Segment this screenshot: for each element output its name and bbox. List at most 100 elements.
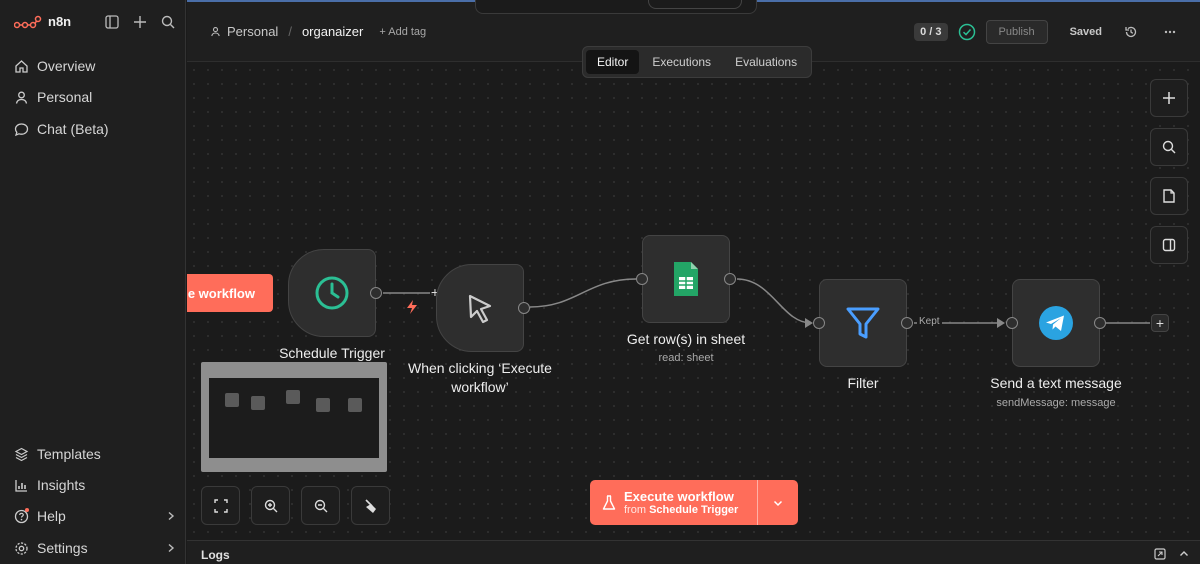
node-schedule-trigger[interactable]: [288, 249, 382, 337]
active-workflows-counter[interactable]: 0 / 3: [914, 23, 948, 41]
fit-view-button[interactable]: [201, 486, 240, 525]
search-icon[interactable]: [160, 14, 176, 30]
filter-icon: [846, 307, 880, 339]
arrowhead: [997, 318, 1005, 328]
tab-executions[interactable]: Executions: [641, 50, 722, 74]
node-filter[interactable]: [813, 279, 913, 367]
sidebar-item-overview[interactable]: Overview: [14, 58, 176, 74]
minimap-node: [225, 393, 239, 407]
chevron-down-icon: [773, 500, 783, 506]
input-port[interactable]: [636, 273, 648, 285]
sidebar-item-insights[interactable]: Insights: [14, 477, 176, 493]
sidebar-item-label: Personal: [37, 89, 93, 105]
connection-manual-sheets: [529, 278, 637, 308]
sticky-note-icon: [1163, 189, 1175, 203]
node-label: Get row(s) in sheet: [626, 331, 746, 347]
execute-workflow-button-partial[interactable]: e workflow: [187, 274, 273, 312]
zoom-out-button[interactable]: [301, 486, 340, 525]
sidebar-item-settings[interactable]: Settings: [14, 540, 176, 556]
sidebar-item-help[interactable]: Help: [14, 507, 176, 524]
node-telegram[interactable]: [1006, 279, 1106, 367]
sidebar: n8n Overview Personal Chat (Beta) Templa…: [0, 0, 186, 564]
overlay-button-edge[interactable]: [648, 0, 742, 9]
add-tag-button[interactable]: + Add tag: [379, 26, 426, 38]
sidebar-item-label: Settings: [37, 540, 88, 556]
minimap-node: [348, 398, 362, 412]
connection-sheets-filter: [736, 278, 812, 324]
zoom-out-icon: [314, 499, 327, 512]
saved-status: Saved: [1069, 26, 1102, 38]
notification-dot: [25, 507, 29, 512]
output-port[interactable]: [724, 273, 736, 285]
cursor-icon: [468, 294, 492, 324]
node-google-sheets[interactable]: [636, 235, 736, 323]
history-icon[interactable]: [1124, 25, 1138, 39]
lightning-icon: [407, 300, 417, 314]
tab-editor[interactable]: Editor: [586, 50, 640, 74]
search-nodes-button[interactable]: [1150, 128, 1188, 166]
tidy-up-button[interactable]: [351, 486, 390, 525]
output-port[interactable]: [518, 302, 530, 314]
sidebar-item-personal[interactable]: Personal: [14, 89, 176, 105]
view-tabs: Editor Executions Evaluations: [582, 46, 813, 78]
add-node-plus-icon[interactable]: +: [1151, 314, 1169, 332]
sidebar-item-label: Chat (Beta): [37, 121, 109, 137]
output-port[interactable]: [370, 287, 382, 299]
execute-workflow-primary[interactable]: Execute workflow from Schedule Trigger: [590, 480, 758, 525]
sidebar-item-label: Overview: [37, 58, 96, 74]
broom-icon: [364, 498, 376, 513]
settings-icon: [15, 541, 28, 555]
check-circle-icon: [958, 23, 975, 41]
more-options-icon[interactable]: [1158, 25, 1182, 39]
toggle-sidebar-icon[interactable]: [104, 14, 120, 30]
input-port[interactable]: [813, 317, 825, 329]
add-node-button[interactable]: [1150, 79, 1188, 117]
logs-label: Logs: [201, 548, 230, 562]
create-plus-icon[interactable]: [132, 14, 148, 30]
user-icon: [211, 27, 220, 37]
node-manual-trigger[interactable]: [436, 264, 530, 352]
execute-workflow-title: Execute workflow: [624, 489, 734, 504]
sticky-note-button[interactable]: [1150, 177, 1188, 215]
output-port[interactable]: [1094, 317, 1106, 329]
pop-out-icon[interactable]: [1154, 548, 1166, 560]
node-label: When clicking ‘Execute workflow’: [408, 360, 552, 395]
node-label: Send a text message: [990, 375, 1122, 391]
breadcrumb-project[interactable]: Personal: [227, 24, 278, 39]
templates-icon: [14, 447, 29, 461]
sidebar-item-templates[interactable]: Templates: [14, 446, 176, 462]
chevron-right-icon: [168, 511, 175, 521]
chevron-right-icon: [168, 543, 175, 553]
arrowhead: [805, 318, 813, 328]
panel-icon: [1162, 238, 1176, 252]
workflow-canvas[interactable]: e workflow Schedule Trigger + When click…: [187, 63, 1200, 540]
search-icon: [1162, 140, 1176, 154]
output-port[interactable]: [901, 317, 913, 329]
flask-icon: [602, 494, 616, 510]
zoom-in-icon: [264, 499, 277, 512]
logo[interactable]: n8n: [14, 14, 71, 29]
zoom-controls: [201, 486, 390, 525]
breadcrumb: Personal / organaizer + Add tag: [210, 24, 426, 39]
minimap[interactable]: [201, 362, 387, 472]
toggle-panel-button[interactable]: [1150, 226, 1188, 264]
execute-workflow-dropdown[interactable]: [758, 480, 798, 525]
chat-icon: [14, 122, 29, 136]
node-subtitle: sendMessage: message: [996, 397, 1116, 409]
sidebar-item-chat[interactable]: Chat (Beta): [14, 121, 176, 137]
logs-bar[interactable]: Logs: [187, 540, 1200, 564]
user-icon: [15, 91, 28, 104]
minimap-node: [316, 398, 330, 412]
google-sheets-icon: [674, 262, 698, 296]
insights-icon: [15, 479, 27, 492]
publish-button[interactable]: Publish: [985, 20, 1048, 44]
input-port[interactable]: [1006, 317, 1018, 329]
chevron-up-icon[interactable]: [1178, 548, 1190, 560]
workflow-name[interactable]: organaizer: [302, 24, 363, 39]
zoom-in-button[interactable]: [251, 486, 290, 525]
execute-workflow-button[interactable]: Execute workflow from Schedule Trigger: [590, 480, 798, 525]
execute-workflow-label: e workflow: [187, 285, 255, 301]
tab-evaluations[interactable]: Evaluations: [724, 50, 808, 74]
minimap-node: [251, 396, 265, 410]
breadcrumb-separator: /: [288, 24, 292, 39]
